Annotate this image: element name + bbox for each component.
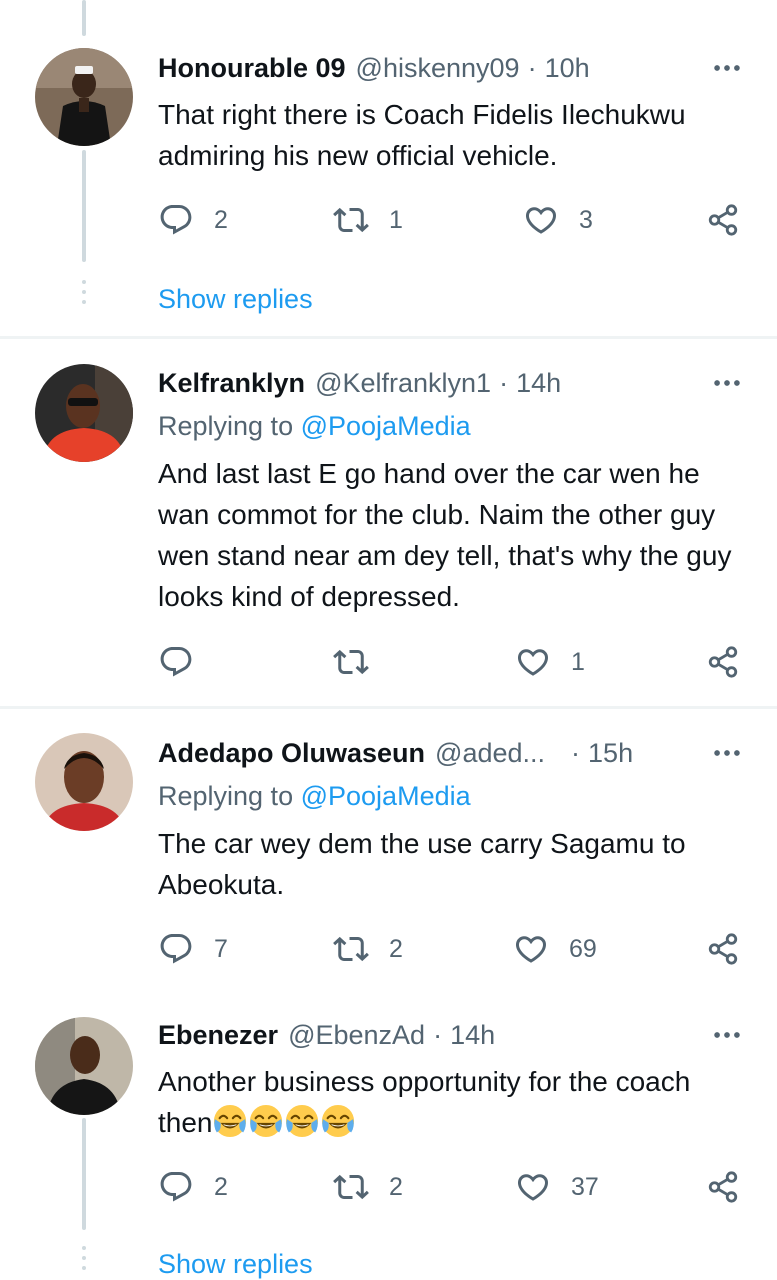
more-icon[interactable]: [707, 365, 747, 401]
display-name[interactable]: Kelfranklyn: [158, 368, 305, 399]
replying-to-mention[interactable]: @PoojaMedia: [301, 781, 471, 811]
retweet-count: 2: [389, 1172, 403, 1201]
heart-icon: [513, 931, 549, 967]
separator-dot: ·: [433, 1019, 443, 1050]
like-button[interactable]: 3: [523, 200, 593, 240]
retweet-count: 1: [389, 205, 403, 234]
retweet-icon: [333, 931, 369, 967]
reply-count: 2: [214, 205, 228, 234]
face-with-tears-of-joy-icon: [321, 1104, 355, 1138]
more-icon[interactable]: [707, 50, 747, 86]
heart-icon: [515, 1169, 551, 1205]
timestamp[interactable]: 15h: [588, 738, 633, 769]
timestamp[interactable]: 14h: [450, 1020, 495, 1051]
more-icon[interactable]: [707, 735, 747, 771]
avatar[interactable]: [35, 733, 133, 831]
tweet-actions: 2 2 37: [158, 1167, 748, 1207]
separator-dot: ·: [499, 367, 509, 398]
share-icon: [706, 203, 740, 237]
tweet-adedapo-oluwaseun[interactable]: Adedapo Oluwaseun @aded... · 15h Replyin…: [0, 709, 777, 999]
avatar[interactable]: [35, 48, 133, 146]
show-replies-link[interactable]: Show replies: [158, 284, 313, 315]
tweet-kelfranklyn[interactable]: Kelfranklyn @Kelfranklyn1 · 14h Replying…: [0, 339, 777, 706]
reply-button[interactable]: 2: [158, 200, 228, 240]
retweet-button[interactable]: 2: [333, 929, 403, 969]
reply-button[interactable]: [158, 642, 214, 682]
reply-button[interactable]: 7: [158, 929, 228, 969]
display-name[interactable]: Adedapo Oluwaseun: [158, 738, 425, 769]
retweet-icon: [333, 644, 369, 680]
share-button[interactable]: [706, 929, 740, 969]
retweet-button[interactable]: 2: [333, 1167, 403, 1207]
share-button[interactable]: [706, 642, 740, 682]
retweet-button[interactable]: 1: [333, 200, 403, 240]
avatar[interactable]: [35, 364, 133, 462]
share-icon: [706, 1170, 740, 1204]
username[interactable]: @Kelfranklyn1: [315, 368, 491, 399]
heart-icon: [515, 644, 551, 680]
tweet-ebenezer[interactable]: Ebenezer @EbenzAd · 14h Another business…: [0, 999, 777, 1280]
show-replies-link[interactable]: Show replies: [158, 1249, 313, 1280]
tweet-honourable-09[interactable]: Honourable 09 @hiskenny09 · 10h That rig…: [0, 0, 777, 336]
tweet-header: Ebenezer @EbenzAd · 14h: [158, 1017, 747, 1053]
face-with-tears-of-joy-icon: [249, 1104, 283, 1138]
reply-button[interactable]: 2: [158, 1167, 228, 1207]
timestamp[interactable]: 10h: [545, 53, 590, 84]
reply-icon: [158, 202, 194, 238]
replying-to-mention[interactable]: @PoojaMedia: [301, 411, 471, 441]
tweet-header: Kelfranklyn @Kelfranklyn1 · 14h: [158, 365, 747, 401]
replying-to: Replying to @PoojaMedia: [158, 781, 471, 812]
reply-icon: [158, 931, 194, 967]
heart-icon: [523, 202, 559, 238]
avatar[interactable]: [35, 1017, 133, 1115]
tweet-header: Adedapo Oluwaseun @aded... · 15h: [158, 735, 747, 771]
reply-icon: [158, 644, 194, 680]
retweet-count: 2: [389, 934, 403, 963]
face-with-tears-of-joy-icon: [213, 1104, 247, 1138]
like-button[interactable]: 1: [515, 642, 585, 682]
retweet-icon: [333, 202, 369, 238]
tweet-text: Another business opportunity for the coa…: [158, 1061, 748, 1143]
display-name[interactable]: Ebenezer: [158, 1020, 278, 1051]
timestamp[interactable]: 14h: [516, 368, 561, 399]
retweet-button[interactable]: [333, 642, 389, 682]
replying-to-label: Replying to: [158, 411, 294, 441]
separator-dot: ·: [527, 52, 537, 83]
tweet-header: Honourable 09 @hiskenny09 · 10h: [158, 50, 747, 86]
face-with-tears-of-joy-icon: [285, 1104, 319, 1138]
reply-icon: [158, 1169, 194, 1205]
tweet-actions: 7 2 69: [158, 929, 748, 969]
reply-count: 2: [214, 1172, 228, 1201]
reply-count: 7: [214, 934, 228, 963]
share-button[interactable]: [706, 1167, 740, 1207]
replying-to-label: Replying to: [158, 781, 294, 811]
retweet-icon: [333, 1169, 369, 1205]
share-button[interactable]: [706, 200, 740, 240]
username[interactable]: @hiskenny09: [356, 53, 520, 84]
tweet-actions: 2 1 3: [158, 200, 748, 240]
like-count: 3: [579, 205, 593, 234]
more-icon[interactable]: [707, 1017, 747, 1053]
tweet-text: The car wey dem the use carry Sagamu to …: [158, 828, 686, 900]
username[interactable]: @EbenzAd: [288, 1020, 425, 1051]
share-icon: [706, 645, 740, 679]
like-count: 37: [571, 1172, 599, 1201]
share-icon: [706, 932, 740, 966]
tweet-actions: 1: [158, 642, 748, 682]
username[interactable]: @aded...: [435, 738, 545, 769]
emoji-row: [213, 1107, 357, 1138]
like-button[interactable]: 37: [515, 1167, 599, 1207]
replying-to: Replying to @PoojaMedia: [158, 411, 471, 442]
tweet-text: That right there is Coach Fidelis Ilechu…: [158, 99, 686, 171]
display-name[interactable]: Honourable 09: [158, 53, 346, 84]
tweet-text: And last last E go hand over the car wen…: [158, 458, 732, 612]
like-count: 1: [571, 647, 585, 676]
like-button[interactable]: 69: [513, 929, 597, 969]
like-count: 69: [569, 934, 597, 963]
separator-dot: ·: [571, 737, 581, 768]
